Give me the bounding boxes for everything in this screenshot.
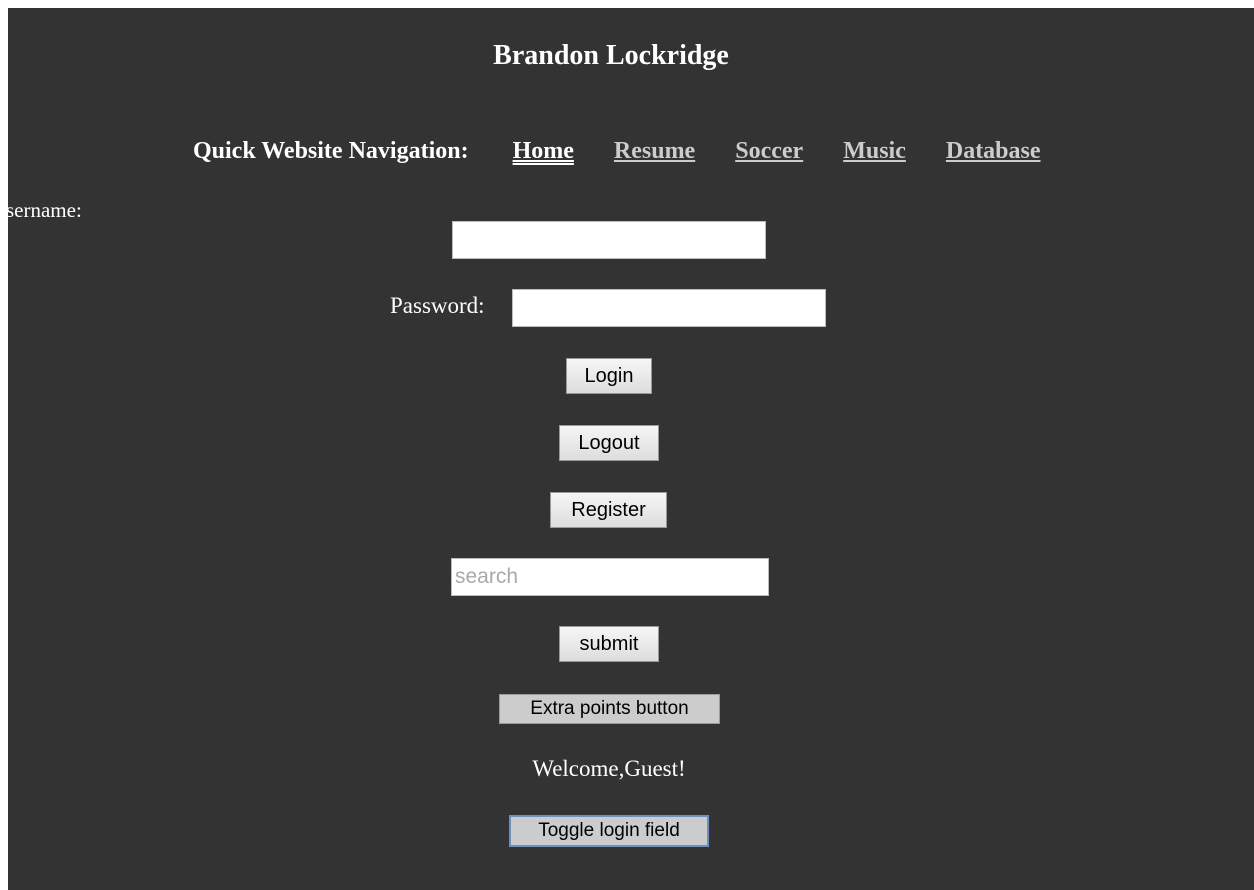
nav-link-database[interactable]: Database — [946, 138, 1041, 164]
page-container: Brandon Lockridge Quick Website Navigati… — [8, 8, 1254, 890]
extra-points-button[interactable]: Extra points button — [499, 694, 720, 724]
site-title: Brandon Lockridge — [493, 40, 729, 71]
nav-link-home[interactable]: Home — [513, 138, 574, 164]
register-button[interactable]: Register — [550, 492, 667, 528]
login-button[interactable]: Login — [566, 358, 652, 394]
search-input[interactable] — [451, 558, 769, 596]
submit-button[interactable]: submit — [559, 626, 659, 662]
nav-label: Quick Website Navigation: — [193, 138, 469, 164]
logout-button[interactable]: Logout — [559, 425, 659, 461]
password-label: Password: — [390, 293, 485, 318]
username-input[interactable] — [452, 221, 766, 259]
welcome-message: Welcome,Guest! — [532, 756, 686, 781]
nav-link-soccer[interactable]: Soccer — [735, 138, 803, 164]
toggle-login-field-button[interactable]: Toggle login field — [509, 815, 709, 847]
nav-link-music[interactable]: Music — [843, 138, 906, 164]
nav-link-resume[interactable]: Resume — [614, 138, 695, 164]
username-label: sername: — [8, 198, 82, 222]
password-input[interactable] — [512, 289, 826, 327]
quick-navigation: Quick Website Navigation: Home Resume Socce… — [193, 138, 1081, 165]
